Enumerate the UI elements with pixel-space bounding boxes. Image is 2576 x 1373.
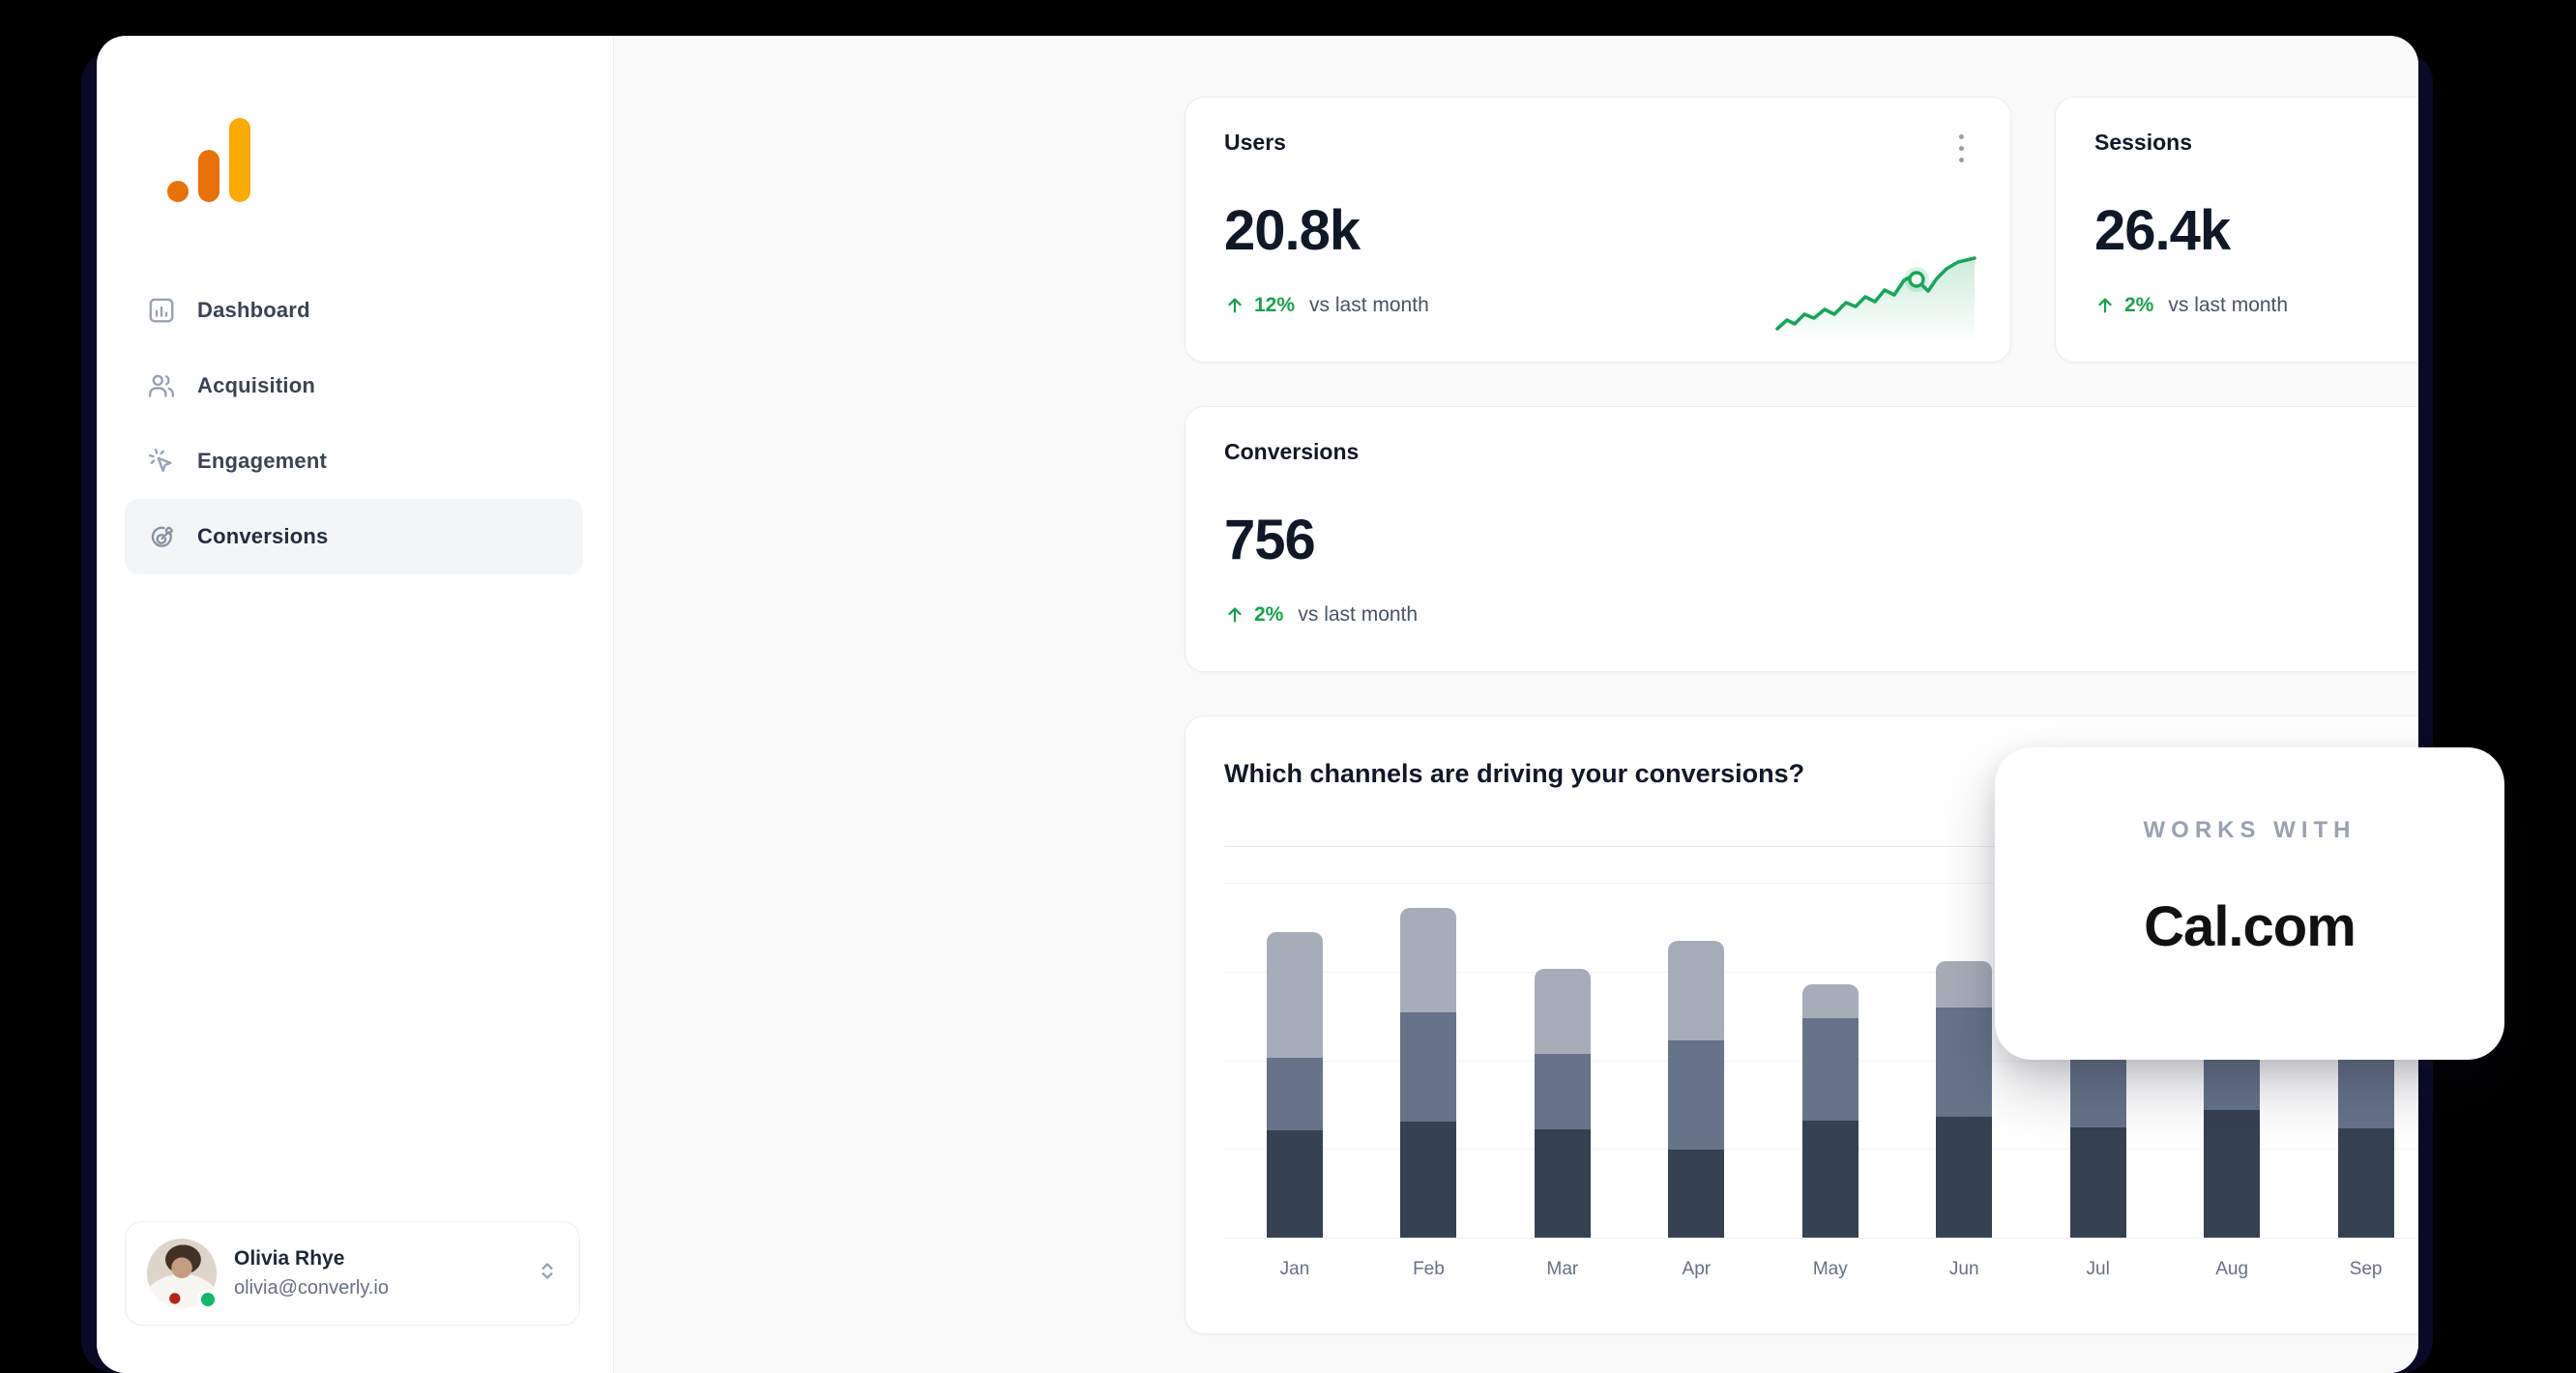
bar-segment-series-2 xyxy=(1267,1058,1323,1130)
bar-segment-series-3 xyxy=(1535,969,1591,1054)
desktop-background: Dashboard Acquisition Engagement xyxy=(0,0,2576,1373)
sidebar-item-acquisition[interactable]: Acquisition xyxy=(125,348,583,424)
pointer-click-icon xyxy=(147,447,176,476)
delta-comparison: vs last month xyxy=(1309,294,1429,317)
stat-card-conversions: Conversions 756 2% vs last month xyxy=(1185,406,2418,672)
logo-bar-tall xyxy=(229,118,250,202)
bar-segment-organic-search xyxy=(1936,1117,1992,1238)
works-with-overlay-card: WORKS WITH Cal.com xyxy=(1995,747,2504,1060)
stat-title: Users xyxy=(1224,130,1286,156)
calcom-logo: Cal.com xyxy=(2144,894,2356,959)
chart-title: Which channels are driving your conversi… xyxy=(1224,759,1804,789)
logo-dot xyxy=(167,181,189,202)
stat-delta: 2% vs last month xyxy=(1224,603,1418,627)
bar-segment-organic-search xyxy=(1267,1130,1323,1238)
bar-segment-series-2 xyxy=(2070,1052,2126,1127)
sidebar-nav: Dashboard Acquisition Engagement xyxy=(125,273,583,574)
profile-text: Olivia Rhye olivia@converly.io xyxy=(234,1247,389,1300)
online-status-dot xyxy=(197,1289,219,1310)
stat-title: Conversions xyxy=(1224,439,1359,465)
bar-segment-organic-search xyxy=(1535,1129,1591,1238)
dashboard-icon xyxy=(147,296,176,325)
bar-segment-organic-search xyxy=(2070,1127,2126,1238)
x-tick-aug: Aug xyxy=(2188,1259,2275,1280)
sidebar-item-label: Engagement xyxy=(197,449,327,474)
bar-segment-series-2 xyxy=(1802,1018,1859,1121)
delta-comparison: vs last month xyxy=(1298,603,1418,627)
sidebar-item-label: Dashboard xyxy=(197,298,310,323)
kebab-menu-button[interactable] xyxy=(1953,129,1970,168)
bar-segment-series-2 xyxy=(1668,1040,1724,1150)
app-window: Dashboard Acquisition Engagement xyxy=(97,36,2418,1373)
stat-card-sessions: Sessions 26.4k 2% vs last month xyxy=(2055,97,2418,363)
sidebar-item-label: Acquisition xyxy=(197,373,315,398)
bar-apr[interactable] xyxy=(1668,941,1724,1238)
sidebar-item-engagement[interactable]: Engagement xyxy=(125,424,583,499)
x-tick-may: May xyxy=(1787,1259,1874,1280)
user-profile-menu[interactable]: Olivia Rhye olivia@converly.io xyxy=(125,1221,580,1326)
trend-up-arrow-icon xyxy=(1224,604,1245,626)
sidebar-item-dashboard[interactable]: Dashboard xyxy=(125,273,583,348)
bar-segment-organic-search xyxy=(2204,1110,2260,1238)
bar-may[interactable] xyxy=(1802,984,1859,1238)
analytics-logo xyxy=(97,36,290,229)
delta-percent: 12% xyxy=(1254,294,1295,317)
works-with-label: WORKS WITH xyxy=(2144,817,2356,844)
stat-title: Sessions xyxy=(2094,130,2192,156)
sparkline-chart xyxy=(1774,255,1977,344)
x-tick-feb: Feb xyxy=(1385,1259,1472,1280)
delta-comparison: vs last month xyxy=(2168,294,2288,317)
stat-value: 26.4k xyxy=(2094,198,2230,263)
bar-segment-organic-search xyxy=(1668,1150,1724,1238)
x-tick-jan: Jan xyxy=(1251,1259,1338,1280)
bar-segment-organic-search xyxy=(1400,1122,1456,1238)
x-axis-baseline xyxy=(1224,1238,2418,1239)
trend-up-arrow-icon xyxy=(2094,295,2116,316)
stat-delta: 12% vs last month xyxy=(1224,294,1429,317)
bar-segment-organic-search xyxy=(1802,1121,1859,1238)
sidebar: Dashboard Acquisition Engagement xyxy=(97,36,613,1373)
bar-segment-series-3 xyxy=(1267,932,1323,1058)
stat-card-users: Users 20.8k 12% vs last month xyxy=(1185,97,2011,363)
bar-segment-series-2 xyxy=(2338,1052,2394,1128)
bar-segment-series-3 xyxy=(1400,908,1456,1012)
user-email: olivia@converly.io xyxy=(234,1277,389,1300)
delta-percent: 2% xyxy=(2124,294,2153,317)
sidebar-item-label: Conversions xyxy=(197,524,328,549)
bar-jun[interactable] xyxy=(1936,961,1992,1238)
x-tick-jul: Jul xyxy=(2055,1259,2142,1280)
stat-delta: 2% vs last month xyxy=(2094,294,2288,317)
goal-target-icon xyxy=(147,522,176,551)
bar-jan[interactable] xyxy=(1267,932,1323,1238)
sidebar-item-conversions[interactable]: Conversions xyxy=(125,499,583,574)
x-tick-sep: Sep xyxy=(2323,1259,2410,1280)
x-tick-jun: Jun xyxy=(1920,1259,2007,1280)
bar-segment-series-2 xyxy=(1936,1008,1992,1117)
bar-segment-organic-search xyxy=(2338,1128,2394,1238)
bar-feb[interactable] xyxy=(1400,908,1456,1238)
bar-segment-series-3 xyxy=(1802,984,1859,1018)
chevron-updown-icon xyxy=(535,1259,560,1289)
sparkline-marker xyxy=(1910,273,1923,286)
delta-percent: 2% xyxy=(1254,603,1283,627)
bar-segment-series-2 xyxy=(1535,1054,1591,1129)
users-icon xyxy=(147,371,176,400)
trend-up-arrow-icon xyxy=(1224,295,1245,316)
stat-value: 20.8k xyxy=(1224,198,1360,263)
avatar xyxy=(147,1239,217,1308)
bar-segment-series-3 xyxy=(1936,961,1992,1008)
stat-value: 756 xyxy=(1224,508,1315,572)
bar-segment-series-2 xyxy=(1400,1012,1456,1122)
bar-segment-series-3 xyxy=(1668,941,1724,1040)
x-tick-apr: Apr xyxy=(1653,1259,1740,1280)
main-content: Users 20.8k 12% vs last month xyxy=(613,36,2418,1373)
bar-mar[interactable] xyxy=(1535,969,1591,1238)
user-name: Olivia Rhye xyxy=(234,1247,389,1271)
logo-bar-mid xyxy=(198,150,220,202)
x-tick-mar: Mar xyxy=(1519,1259,1606,1280)
